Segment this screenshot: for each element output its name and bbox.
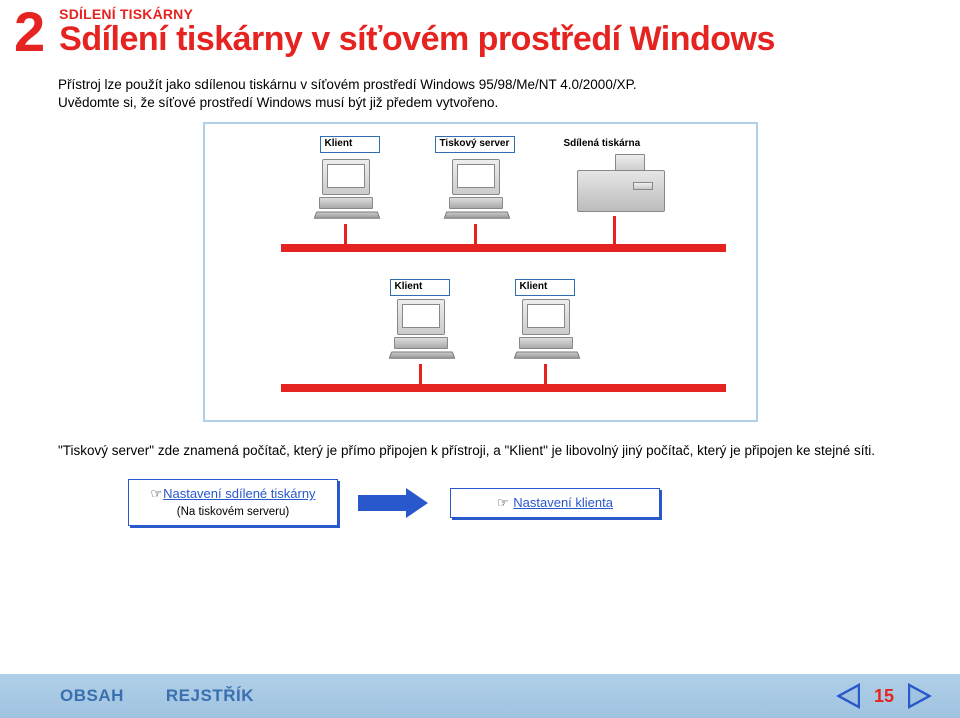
network-bus-icon — [281, 244, 726, 252]
computer-icon — [515, 299, 577, 354]
printer-icon — [577, 154, 665, 212]
arrow-right-icon — [358, 489, 430, 517]
step-link-text: Nastavení klienta — [513, 495, 613, 510]
diagram-label-client-1: Klient — [320, 136, 380, 153]
diagram-label-print-server: Tiskový server — [435, 136, 515, 153]
diagram-label-client-3: Klient — [515, 279, 575, 296]
network-diagram: Klient Tiskový server Sdílená tiskárna K… — [0, 122, 960, 422]
header-text: SDÍLENÍ TISKÁRNY Sdílení tiskárny v síťo… — [59, 4, 775, 58]
pointing-hand-icon: ☞ — [497, 495, 509, 510]
wire-icon — [419, 364, 422, 384]
intro-paragraph: Přístroj lze použít jako sdílenou tiskár… — [58, 76, 960, 112]
intro-line2: Uvědomte si, že síťové prostředí Windows… — [58, 95, 498, 110]
pointing-hand-icon: ☞ — [150, 486, 162, 501]
page-number: 15 — [874, 686, 894, 707]
nav-next-button[interactable] — [908, 683, 932, 709]
footer-left: OBSAH REJSTŘÍK — [60, 686, 254, 706]
step-row: ☞Nastavení sdílené tiskárny (Na tiskovém… — [128, 479, 960, 526]
nav-prev-button[interactable] — [836, 683, 860, 709]
footer-link-rejstrik[interactable]: REJSTŘÍK — [166, 686, 254, 706]
page-title: Sdílení tiskárny v síťovém prostředí Win… — [59, 22, 775, 58]
wire-icon — [474, 224, 477, 244]
step-link-text: Nastavení sdílené tiskárny — [163, 486, 315, 501]
network-bus-icon — [281, 384, 726, 392]
chapter-number: 2 — [14, 4, 43, 60]
page-header: 2 SDÍLENÍ TISKÁRNY Sdílení tiskárny v sí… — [0, 0, 960, 60]
diagram-label-shared-printer: Sdílená tiskárna — [560, 137, 645, 152]
explain-paragraph: "Tiskový server" zde znamená počítač, kt… — [58, 442, 902, 461]
page-footer: OBSAH REJSTŘÍK 15 — [0, 674, 960, 718]
footer-link-obsah[interactable]: OBSAH — [60, 686, 124, 706]
footer-right: 15 — [836, 683, 932, 709]
step-setup-client[interactable]: ☞ Nastavení klienta — [450, 488, 660, 518]
computer-icon — [445, 159, 507, 214]
step-sub-text: (Na tiskovém serveru) — [177, 506, 289, 518]
wire-icon — [344, 224, 347, 244]
diagram-label-client-2: Klient — [390, 279, 450, 296]
wire-icon — [544, 364, 547, 384]
step-setup-shared-printer[interactable]: ☞Nastavení sdílené tiskárny (Na tiskovém… — [128, 479, 338, 526]
computer-icon — [390, 299, 452, 354]
intro-line1: Přístroj lze použít jako sdílenou tiskár… — [58, 77, 637, 92]
wire-icon — [613, 216, 616, 244]
computer-icon — [315, 159, 377, 214]
diagram-frame: Klient Tiskový server Sdílená tiskárna K… — [203, 122, 758, 422]
